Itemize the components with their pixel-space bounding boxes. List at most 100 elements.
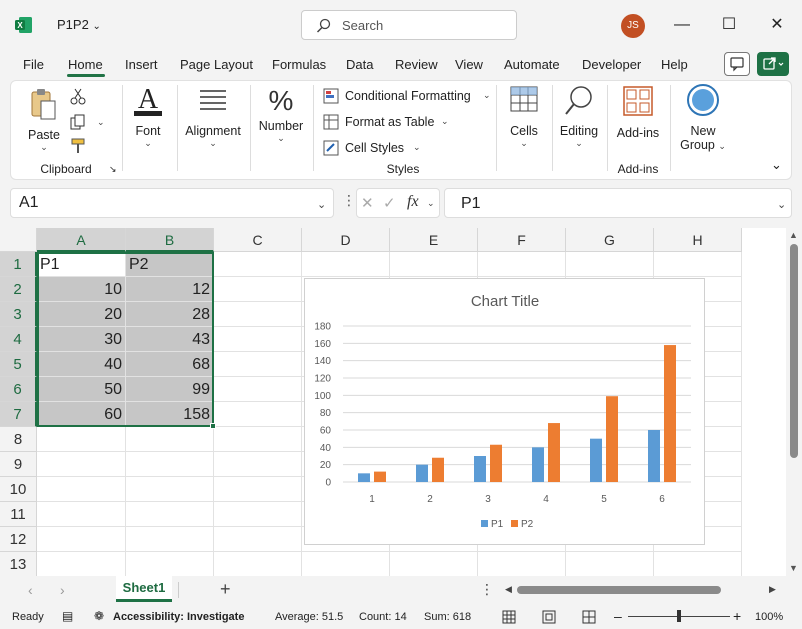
zoom-out-button[interactable]: – bbox=[614, 608, 622, 624]
column-header-h[interactable]: H bbox=[654, 228, 742, 252]
bar-p2-4[interactable] bbox=[548, 423, 560, 482]
more-options-icon[interactable]: ⋮ bbox=[480, 581, 494, 598]
more-options-icon[interactable]: ⋮ bbox=[342, 192, 356, 209]
number-button[interactable]: % Number ⌄ bbox=[255, 83, 307, 153]
horizontal-scroll-thumb[interactable] bbox=[517, 586, 721, 594]
row-header-9[interactable]: 9 bbox=[0, 452, 37, 477]
row-header-1[interactable]: 1 bbox=[0, 252, 37, 277]
cell-c1[interactable] bbox=[214, 252, 302, 277]
dialog-launcher-icon[interactable]: ↘ bbox=[109, 164, 117, 175]
chevron-down-icon[interactable]: ⌄ bbox=[427, 198, 435, 209]
status-sum[interactable]: Sum: 618 bbox=[424, 611, 471, 623]
cell-e13[interactable] bbox=[390, 552, 478, 576]
cell-f1[interactable] bbox=[478, 252, 566, 277]
tab-insert[interactable]: Insert bbox=[125, 57, 158, 72]
cell-b9[interactable] bbox=[126, 452, 214, 477]
copy-icon[interactable] bbox=[69, 113, 87, 131]
cell-a8[interactable] bbox=[37, 427, 126, 452]
column-header-b[interactable]: B bbox=[126, 228, 214, 252]
row-header-3[interactable]: 3 bbox=[0, 302, 37, 327]
tab-formulas[interactable]: Formulas bbox=[272, 57, 326, 72]
font-button[interactable]: A Font ⌄ bbox=[129, 83, 167, 153]
tab-review[interactable]: Review bbox=[395, 57, 438, 72]
add-ins-button[interactable]: Add-ins bbox=[613, 83, 663, 140]
scroll-left-icon[interactable]: ◀ bbox=[505, 584, 512, 595]
cell-c3[interactable] bbox=[214, 302, 302, 327]
column-header-d[interactable]: D bbox=[302, 228, 390, 252]
bar-p1-1[interactable] bbox=[358, 473, 370, 482]
bar-p1-4[interactable] bbox=[532, 447, 544, 482]
cell-a10[interactable] bbox=[37, 477, 126, 502]
tab-view[interactable]: View bbox=[455, 57, 483, 72]
formula-input[interactable]: P1 ⌄ bbox=[444, 188, 792, 218]
normal-view-icon[interactable] bbox=[502, 610, 516, 624]
close-button[interactable]: ✕ bbox=[762, 10, 792, 40]
bar-p2-3[interactable] bbox=[490, 444, 502, 482]
cancel-icon[interactable]: ✕ bbox=[361, 194, 374, 212]
column-header-e[interactable]: E bbox=[390, 228, 478, 252]
tab-automate[interactable]: Automate bbox=[504, 57, 560, 72]
share-button[interactable] bbox=[757, 52, 789, 76]
cell-b10[interactable] bbox=[126, 477, 214, 502]
cell-a12[interactable] bbox=[37, 527, 126, 552]
name-box[interactable]: A1 ⌄ bbox=[10, 188, 334, 218]
enter-icon[interactable]: ✓ bbox=[383, 194, 396, 212]
column-header-g[interactable]: G bbox=[566, 228, 654, 252]
row-header-5[interactable]: 5 bbox=[0, 352, 37, 377]
cell-c12[interactable] bbox=[214, 527, 302, 552]
prev-sheet-icon[interactable]: ‹ bbox=[28, 582, 33, 598]
row-header-10[interactable]: 10 bbox=[0, 477, 37, 502]
cell-e1[interactable] bbox=[390, 252, 478, 277]
bar-p1-5[interactable] bbox=[590, 438, 602, 482]
comments-button[interactable] bbox=[724, 52, 750, 76]
search-input[interactable]: Search bbox=[301, 10, 517, 40]
row-header-8[interactable]: 8 bbox=[0, 427, 37, 452]
cell-b11[interactable] bbox=[126, 502, 214, 527]
row-header-4[interactable]: 4 bbox=[0, 327, 37, 352]
cell-a9[interactable] bbox=[37, 452, 126, 477]
maximize-button[interactable]: ☐ bbox=[714, 10, 744, 40]
tab-help[interactable]: Help bbox=[661, 57, 688, 72]
cell-c13[interactable] bbox=[214, 552, 302, 576]
paste-button[interactable]: Paste ⌄ bbox=[27, 87, 61, 152]
bar-p2-5[interactable] bbox=[606, 396, 618, 482]
legend-label-p1[interactable]: P1 bbox=[491, 519, 504, 530]
scroll-down-icon[interactable]: ▼ bbox=[789, 563, 798, 573]
cell-a11[interactable] bbox=[37, 502, 126, 527]
tab-developer[interactable]: Developer bbox=[582, 57, 641, 72]
status-average[interactable]: Average: 51.5 bbox=[275, 611, 343, 623]
cell-d13[interactable] bbox=[302, 552, 390, 576]
chevron-down-icon[interactable]: ⌄ bbox=[97, 117, 105, 128]
row-header-13[interactable]: 13 bbox=[0, 552, 37, 576]
bar-p2-1[interactable] bbox=[374, 471, 386, 482]
cells-button[interactable]: Cells ⌄ bbox=[503, 83, 545, 153]
cell-c10[interactable] bbox=[214, 477, 302, 502]
bar-p2-2[interactable] bbox=[432, 457, 444, 482]
new-group-button[interactable]: New Group ⌄ bbox=[675, 83, 731, 153]
cell-b13[interactable] bbox=[126, 552, 214, 576]
scroll-right-icon[interactable]: ▶ bbox=[769, 584, 776, 595]
scroll-up-icon[interactable]: ▲ bbox=[789, 230, 798, 240]
cell-c9[interactable] bbox=[214, 452, 302, 477]
insert-function-icon[interactable]: fx bbox=[407, 193, 419, 211]
alignment-button[interactable]: Alignment ⌄ bbox=[183, 83, 243, 153]
column-header-a[interactable]: A bbox=[37, 228, 126, 252]
cell-g13[interactable] bbox=[566, 552, 654, 576]
cell-b8[interactable] bbox=[126, 427, 214, 452]
tab-file[interactable]: File bbox=[23, 57, 44, 72]
cell-c8[interactable] bbox=[214, 427, 302, 452]
fill-handle[interactable] bbox=[210, 423, 216, 429]
cell-h13[interactable] bbox=[654, 552, 742, 576]
status-count[interactable]: Count: 14 bbox=[359, 611, 407, 623]
next-sheet-icon[interactable]: › bbox=[60, 582, 65, 598]
page-layout-view-icon[interactable] bbox=[542, 610, 556, 624]
cut-icon[interactable] bbox=[69, 87, 87, 105]
format-as-table-button[interactable]: Format as Table ⌄ bbox=[323, 113, 493, 133]
cell-c4[interactable] bbox=[214, 327, 302, 352]
tab-data[interactable]: Data bbox=[346, 57, 373, 72]
column-header-f[interactable]: F bbox=[478, 228, 566, 252]
accessibility-icon[interactable]: ❁ bbox=[94, 609, 104, 623]
row-header-11[interactable]: 11 bbox=[0, 502, 37, 527]
cell-c5[interactable] bbox=[214, 352, 302, 377]
minimize-button[interactable]: — bbox=[667, 10, 697, 40]
